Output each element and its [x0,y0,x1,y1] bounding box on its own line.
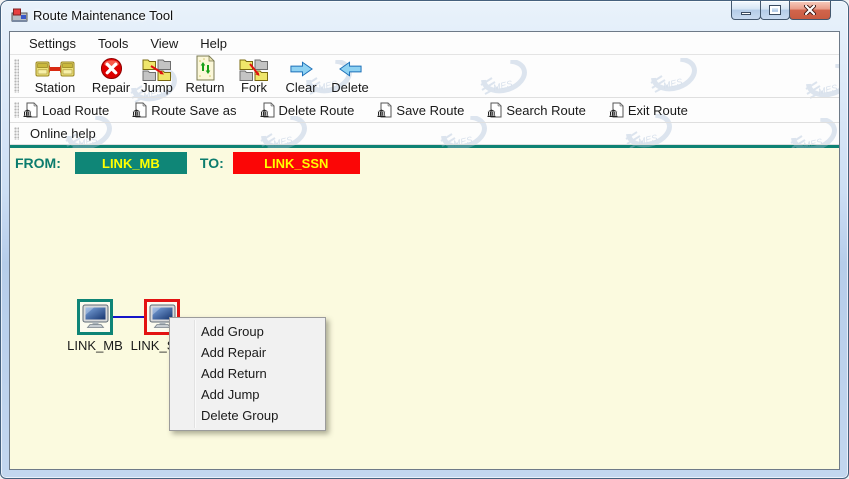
to-label: TO: [200,155,224,171]
station-label: Station [35,81,75,95]
repair-button[interactable]: Repair [87,56,135,97]
route-file-icon [132,102,147,118]
main-toolbar: Station Repair [10,55,839,98]
repair-label: Repair [92,81,130,95]
context-menu-add-repair[interactable]: Add Repair [170,342,325,363]
search-route-button[interactable]: Search Route [487,102,586,118]
toolbar-grip[interactable] [14,59,19,93]
route-tool-icon [11,8,29,29]
context-menu-add-group[interactable]: Add Group [170,321,325,342]
app-window: Route Maintenance Tool [0,0,849,479]
from-label: FROM: [15,155,61,171]
station-button[interactable]: Station [23,56,87,97]
load-route-button[interactable]: Load Route [23,102,109,118]
help-toolbar: Online help [10,123,839,145]
jump-label: Jump [141,81,173,95]
save-route-button[interactable]: Save Route [377,102,464,118]
return-button[interactable]: Return [179,56,231,97]
clear-arrow-right-icon [289,57,314,81]
window-controls [732,1,831,20]
node-context-menu: Add Group Add Repair Add Return Add Jump… [169,317,326,431]
jump-icon [142,57,172,81]
route-file-icon [609,102,624,118]
node-link-mb[interactable] [77,299,113,335]
search-route-label: Search Route [506,103,586,118]
delete-button[interactable]: Delete [325,56,375,97]
clear-button[interactable]: Clear [277,56,325,97]
route-save-as-button[interactable]: Route Save as [132,102,236,118]
return-label: Return [185,81,224,95]
maximize-icon [770,6,780,14]
delete-arrow-left-icon [338,57,363,81]
maximize-button[interactable] [760,1,790,20]
client-area: Settings Tools View Help [9,31,840,470]
menu-settings[interactable]: Settings [18,33,87,54]
fork-label: Fork [241,81,267,95]
close-icon [804,5,816,15]
minimize-button[interactable] [731,1,761,20]
computer-icon [82,304,109,330]
minimize-icon [741,12,751,15]
route-file-icon [23,102,38,118]
route-save-as-label: Route Save as [151,103,236,118]
online-help-button[interactable]: Online help [30,126,96,141]
fork-icon [239,57,269,81]
menu-bar: Settings Tools View Help [10,32,839,55]
delete-label: Delete [331,81,369,95]
toolbar-grip[interactable] [14,127,19,140]
repair-icon [100,57,123,81]
route-file-icon [377,102,392,118]
exit-route-button[interactable]: Exit Route [609,102,688,118]
delete-route-label: Delete Route [279,103,355,118]
menu-tools[interactable]: Tools [87,33,139,54]
route-toolbar: Load Route Route Save as Delete Route [10,98,839,123]
title-bar[interactable]: Route Maintenance Tool [1,1,848,31]
route-file-icon [487,102,502,118]
exit-route-label: Exit Route [628,103,688,118]
context-menu-add-jump[interactable]: Add Jump [170,384,325,405]
route-canvas[interactable]: FROM: LINK_MB TO: LINK_SSN LINK_MB [10,148,839,469]
context-menu-add-return[interactable]: Add Return [170,363,325,384]
to-value-box: LINK_SSN [233,152,360,174]
clear-label: Clear [285,81,316,95]
toolbar-grip[interactable] [14,102,19,118]
load-route-label: Load Route [42,103,109,118]
jump-button[interactable]: Jump [135,56,179,97]
delete-route-button[interactable]: Delete Route [260,102,355,118]
return-icon [195,55,216,81]
window-title: Route Maintenance Tool [33,1,173,31]
fork-button[interactable]: Fork [231,56,277,97]
node-connector-line [110,316,144,318]
station-icon [35,57,75,81]
from-value-box: LINK_MB [75,152,187,174]
context-menu-delete-group[interactable]: Delete Group [170,405,325,426]
route-header: FROM: LINK_MB TO: LINK_SSN [15,152,360,174]
save-route-label: Save Route [396,103,464,118]
route-file-icon [260,102,275,118]
menu-help[interactable]: Help [189,33,238,54]
close-button[interactable] [789,1,831,20]
menu-view[interactable]: View [139,33,189,54]
